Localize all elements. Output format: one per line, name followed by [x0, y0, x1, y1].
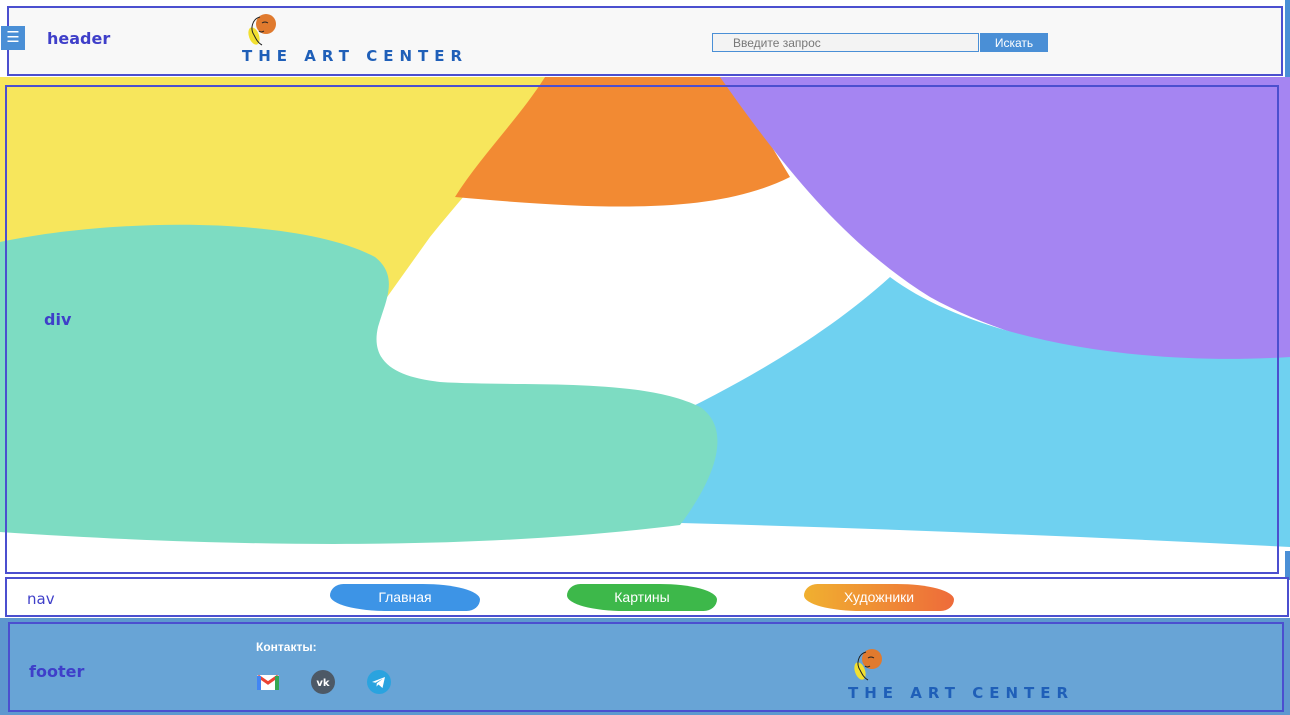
svg-text:vk: vk: [316, 678, 330, 689]
search-input[interactable]: [712, 33, 979, 52]
contacts-title: Контакты:: [256, 640, 317, 654]
vk-icon[interactable]: vk: [311, 670, 335, 694]
nav-item-paintings[interactable]: Картины: [567, 584, 717, 611]
nav-bar: nav Главная Картины Художники: [5, 577, 1289, 617]
nav-item-home[interactable]: Главная: [330, 584, 480, 611]
hero-label: div: [44, 310, 72, 329]
nav-item-artists[interactable]: Художники: [804, 584, 954, 611]
footer-logo[interactable]: [848, 646, 888, 684]
header-logo[interactable]: [242, 11, 282, 49]
footer-label: footer: [29, 662, 85, 681]
footer: footer Контакты: vk THE ART CENTER: [8, 622, 1284, 712]
gmail-icon[interactable]: [256, 670, 280, 694]
nav-label: nav: [27, 590, 55, 608]
hero-section: div: [5, 85, 1279, 574]
header-label: header: [47, 29, 111, 48]
face-logo-icon: [248, 14, 276, 46]
telegram-icon[interactable]: [367, 670, 391, 694]
header: header THE ART CENTER Искать: [7, 6, 1283, 76]
menu-icon[interactable]: ☰: [1, 26, 25, 50]
footer-logo-text: THE ART CENTER: [848, 684, 1075, 702]
search-button[interactable]: Искать: [980, 33, 1048, 52]
face-logo-icon: [854, 649, 882, 681]
header-logo-text: THE ART CENTER: [242, 47, 469, 65]
